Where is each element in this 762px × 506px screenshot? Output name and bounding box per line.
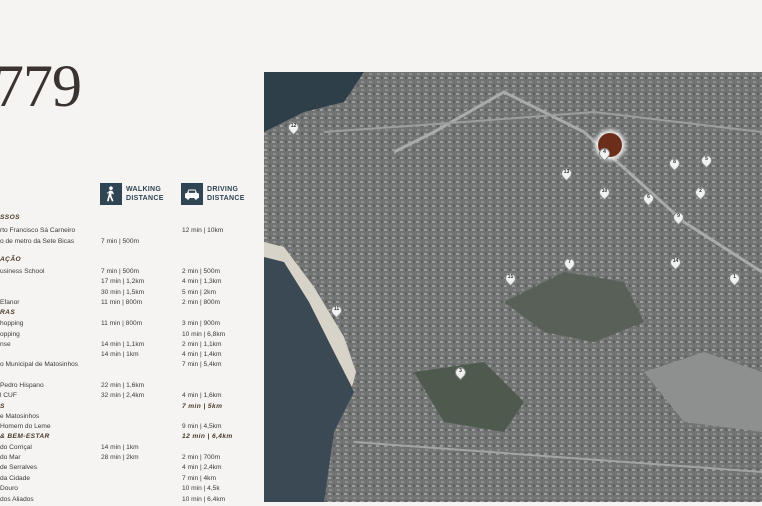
map-pin-label: 12 [290, 123, 297, 129]
walking-time: 14 min | 1km [101, 444, 139, 451]
row-name: SSOS [0, 214, 20, 221]
driving-distance-header: DRIVING DISTANCE [181, 183, 245, 205]
walking-time: 32 min | 2,4km [101, 392, 145, 399]
map-pin-label: 13 [563, 169, 570, 175]
row-name: usiness School [0, 268, 45, 275]
map-pin-icon[interactable]: 4 [596, 145, 613, 162]
walking-label-1: WALKING [126, 186, 162, 193]
walking-time: 7 min | 500m [101, 238, 139, 245]
driving-time: 2 min | 700m [182, 454, 220, 461]
driving-time: 12 min | 6,4km [182, 433, 233, 440]
map-image [264, 72, 762, 502]
driving-time: 2 min | 1,1km [182, 341, 222, 348]
map-pin-icon[interactable]: 15 [502, 270, 519, 287]
map-pin-label: 1 [733, 274, 736, 280]
map-pin-icon[interactable]: 9 [670, 209, 687, 226]
driving-time: 2 min | 500m [182, 268, 220, 275]
driving-time: 12 min | 10km [182, 227, 224, 234]
driving-time: 10 min | 6,8km [182, 331, 226, 338]
driving-time: 9 min | 4,5km [182, 423, 222, 430]
map-pin-icon[interactable]: 8 [666, 155, 683, 172]
walking-time: 11 min | 800m [101, 299, 143, 306]
map-pin-icon[interactable]: 13 [558, 165, 575, 182]
row-name: & BEM-ESTAR [0, 433, 50, 440]
row-name: dos Aliados [0, 496, 34, 503]
map-pin-icon[interactable]: 5 [698, 152, 715, 169]
walking-time: 28 min | 2km [101, 454, 139, 461]
row-name: e Matosinhos [0, 413, 40, 420]
driving-time: 3 min | 900m [182, 320, 220, 327]
driving-label-2: DISTANCE [207, 195, 245, 202]
driving-time: 5 min | 2km [182, 289, 216, 296]
map-pin-icon[interactable]: 12 [285, 119, 302, 136]
row-name: rto Francisco Sá Carneiro [0, 227, 76, 234]
map-pin-icon[interactable]: 14 [667, 254, 684, 271]
map-pin-icon[interactable]: 3 [452, 364, 469, 381]
map-pin-label: 5 [705, 156, 708, 162]
row-name: da Cidade [0, 475, 31, 482]
map-pin-label: 6 [647, 194, 650, 200]
driving-time: 10 min | 4,5k [182, 485, 220, 492]
driving-time: 4 min | 1,4km [182, 351, 222, 358]
row-name: RAS [0, 309, 16, 316]
page-title: 779 [0, 53, 82, 119]
row-name: do Corriçal [0, 444, 32, 451]
driving-time: 10 min | 6,4km [182, 496, 226, 503]
map-pin-icon[interactable]: 2 [692, 184, 709, 201]
walking-time: 11 min | 800m [101, 320, 143, 327]
row-name: o de metro da Sete Bicas [0, 238, 75, 245]
driving-time: 7 min | 4km [182, 475, 216, 482]
map-pin-label: 7 [568, 259, 571, 265]
map-pin-icon[interactable]: 6 [640, 190, 657, 207]
row-name: Pedro Hispano [0, 382, 44, 389]
driving-time: 7 min | 5,4km [182, 361, 222, 368]
walking-person-icon [100, 183, 122, 205]
row-name: S [0, 403, 5, 410]
car-icon [181, 183, 203, 205]
driving-time: 4 min | 1,3km [182, 278, 222, 285]
walking-time: 17 min | 1,2km [101, 278, 145, 285]
walking-time: 22 min | 1,6km [101, 382, 145, 389]
map-pin-label: 4 [603, 149, 606, 155]
map-pin-label: 8 [673, 159, 676, 165]
map-pin-label: 11 [333, 306, 340, 312]
row-name: l CUF [0, 392, 17, 399]
driving-time: 4 min | 2,4km [182, 464, 222, 471]
driving-label-1: DRIVING [207, 186, 239, 193]
map-pin-label: 15 [507, 274, 514, 280]
walking-time: 30 min | 1,5km [101, 289, 145, 296]
map-pin-icon[interactable]: 10 [596, 184, 613, 201]
map-pin-label: 14 [672, 258, 679, 264]
driving-time: 4 min | 1,6km [182, 392, 222, 399]
row-name: de Serralves [0, 464, 38, 471]
walking-label-2: DISTANCE [126, 195, 164, 202]
driving-time: 2 min | 800m [182, 299, 220, 306]
map-pin-label: 3 [459, 368, 462, 374]
map-pin-label: 10 [601, 188, 608, 194]
row-name: Homem do Leme [0, 423, 51, 430]
map-pin-label: 2 [699, 188, 702, 194]
row-name: do Mar [0, 454, 21, 461]
walking-time: 14 min | 1,1km [101, 341, 145, 348]
walking-distance-header: WALKING DISTANCE [100, 183, 164, 205]
row-name: Efanor [0, 299, 20, 306]
walking-time: 7 min | 500m [101, 268, 139, 275]
map-pin-label: 9 [677, 213, 680, 219]
row-name: o Municipal de Matosinhos [0, 361, 79, 368]
map-pin-icon[interactable]: 11 [328, 302, 345, 319]
row-name: nse [0, 341, 11, 348]
aerial-map[interactable] [264, 72, 762, 502]
row-name: opping [0, 331, 20, 338]
walking-time: 14 min | 1km [101, 351, 139, 358]
driving-time: 7 min | 5km [182, 403, 223, 410]
row-name: Douro [0, 485, 18, 492]
map-pin-icon[interactable]: 1 [726, 270, 743, 287]
map-pin-icon[interactable]: 7 [561, 255, 578, 272]
row-name: AÇÃO [0, 256, 22, 263]
row-name: hopping [0, 320, 24, 327]
